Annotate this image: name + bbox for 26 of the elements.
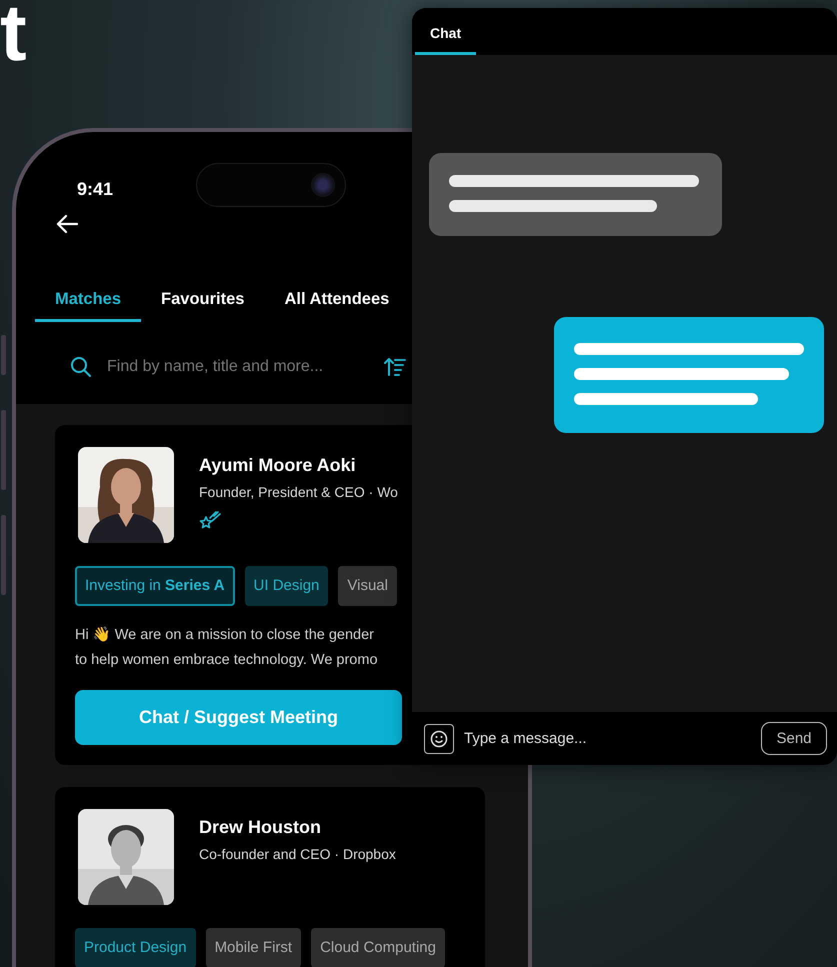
emoji-button[interactable] xyxy=(424,724,454,754)
person-headline: Founder, President & CEO · Wo xyxy=(199,484,398,500)
chat-tab[interactable]: Chat xyxy=(415,25,476,55)
interest-tag: Cloud Computing xyxy=(311,928,445,967)
person-headline: Co-founder and CEO · Dropbox xyxy=(199,846,396,862)
message-field[interactable]: Type a message... xyxy=(464,730,751,747)
search-icon xyxy=(70,356,92,378)
send-button[interactable]: Send xyxy=(761,722,827,755)
interest-tag: UI Design xyxy=(244,566,328,606)
person-name: Ayumi Moore Aoki xyxy=(199,455,357,476)
bio-text: Hi 👋 We are on a mission to close the gender xyxy=(75,626,376,645)
smiley-icon xyxy=(430,730,448,748)
interest-tag: Investing in Series A xyxy=(75,566,235,606)
tab[interactable]: Favourites xyxy=(141,290,264,322)
tab[interactable]: All Attendees xyxy=(264,290,390,322)
interest-tag: Mobile First xyxy=(206,928,302,967)
back-arrow-icon[interactable] xyxy=(55,214,79,234)
bio-text: to help women embrace technology. We promo xyxy=(75,651,379,670)
tab[interactable]: Matches xyxy=(35,290,142,322)
search-field[interactable]: Find by name, title and more... xyxy=(107,358,369,376)
status-time: 9:41 xyxy=(77,178,114,200)
heading-text: t xyxy=(0,0,27,66)
interest-tag: Product Design xyxy=(75,928,196,967)
sort-icon[interactable] xyxy=(384,357,406,377)
person-name: Drew Houston xyxy=(199,817,322,838)
interest-tag: Visual xyxy=(338,566,397,606)
